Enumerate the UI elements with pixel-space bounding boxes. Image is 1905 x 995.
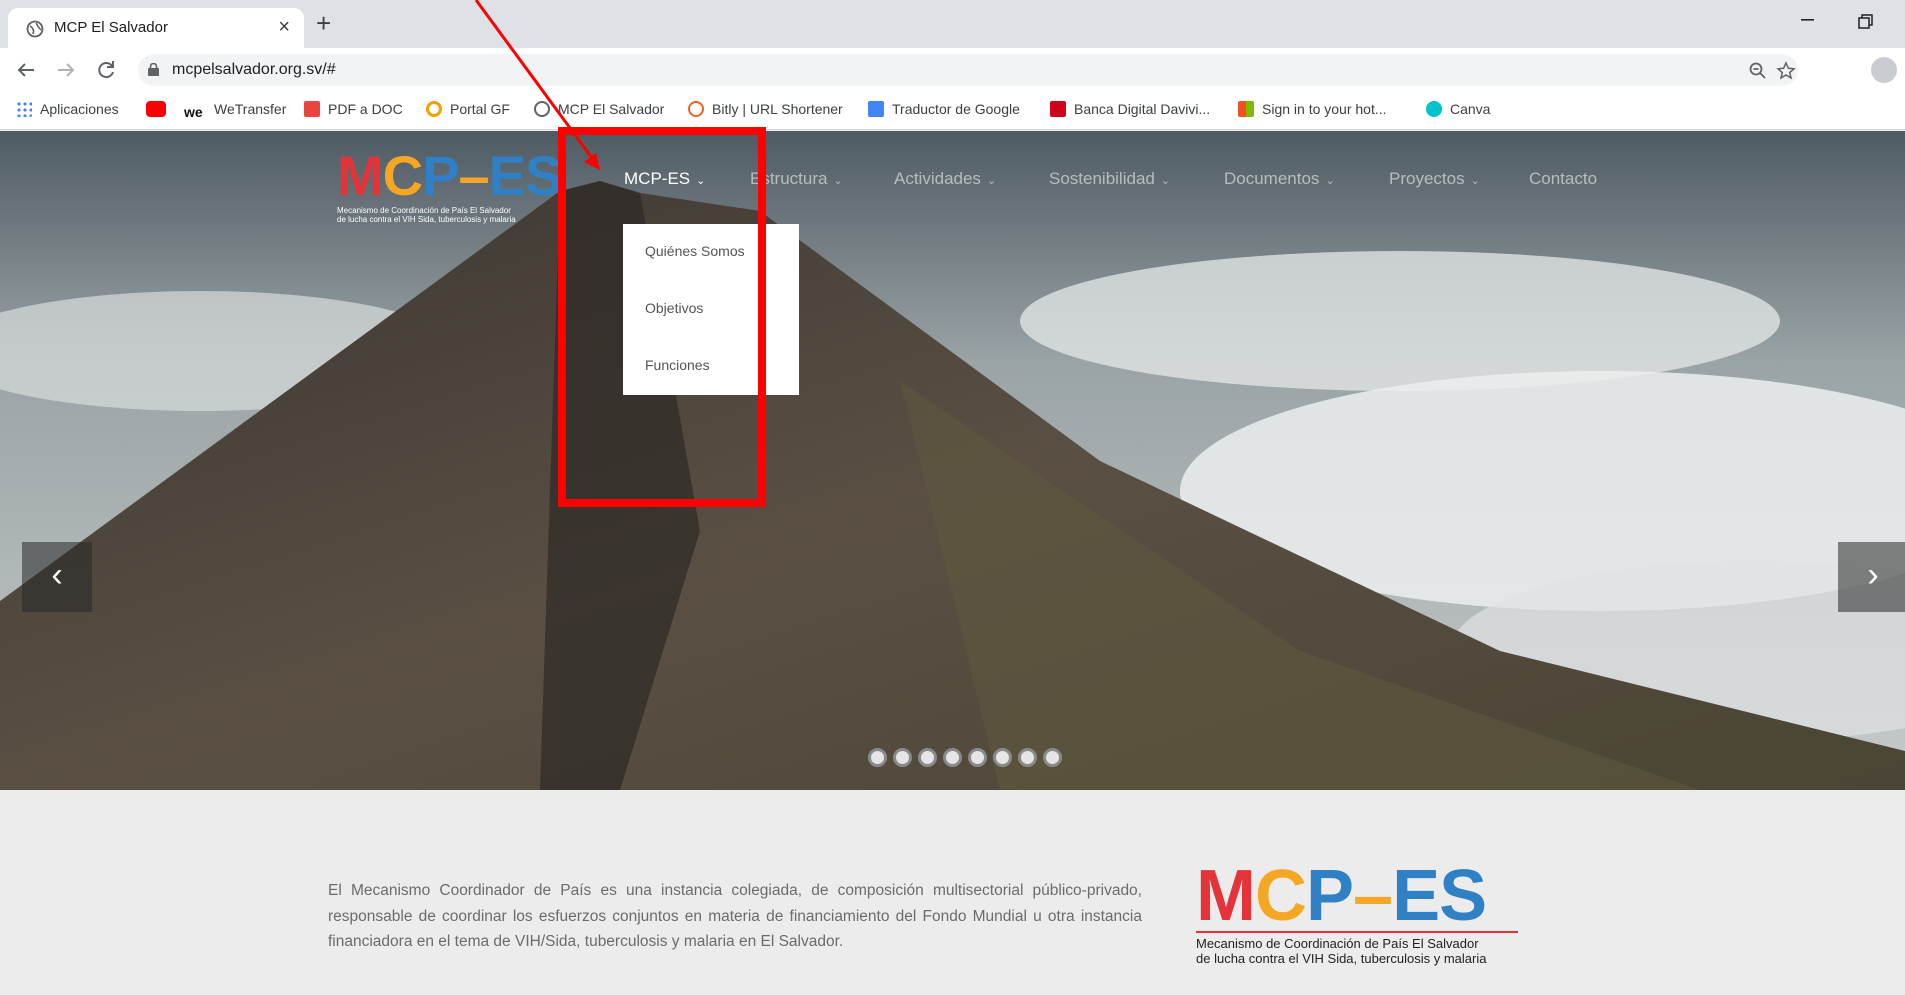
bookmark-mcp-el-salvador[interactable]: MCP El Salvador: [534, 101, 664, 121]
microsoft-icon: [1238, 101, 1254, 117]
bookmark-apps[interactable]: Aplicaciones: [16, 101, 119, 121]
logo-subtitle: Mecanismo de Coordinación de País El Sal…: [337, 206, 516, 224]
annotation-highlight-box: [558, 127, 766, 507]
menu-item-sostenibilidad[interactable]: Sostenibilidad ⌄: [1049, 169, 1170, 189]
footer-logo: MCP–ES Mecanismo de Coordinación de País…: [1196, 856, 1518, 966]
lock-icon[interactable]: [148, 63, 159, 76]
slider-dot[interactable]: [1018, 748, 1037, 767]
intro-paragraph: El Mecanismo Coordinador de País es una …: [328, 882, 1142, 950]
tab-strip: MCP El Salvador × +: [0, 0, 1905, 48]
site-logo[interactable]: MCP–ES Mecanismo de Coordinación de País…: [337, 144, 567, 229]
canva-icon: [1426, 101, 1442, 117]
menu-item-proyectos[interactable]: Proyectos ⌄: [1389, 169, 1480, 189]
address-bar[interactable]: mcpelsalvador.org.sv/#: [138, 54, 1798, 86]
tab-title: MCP El Salvador: [54, 19, 168, 36]
apps-grid-icon: [16, 101, 32, 117]
bookmark-canva[interactable]: Canva: [1426, 101, 1490, 121]
pdf-icon: [304, 101, 320, 117]
logo-subtitle: Mecanismo de Coordinación de País El Sal…: [1196, 936, 1487, 966]
slider-dot[interactable]: [893, 748, 912, 767]
bookmark-hotmail[interactable]: Sign in to your hot...: [1238, 101, 1387, 121]
chevron-down-icon: ⌄: [986, 175, 997, 187]
bookmark-wetransfer[interactable]: we WeTransfer: [184, 101, 286, 121]
browser-tab[interactable]: MCP El Salvador ×: [8, 8, 304, 48]
slider-dot[interactable]: [943, 748, 962, 767]
new-tab-button[interactable]: +: [316, 10, 331, 36]
translate-icon: [868, 101, 884, 117]
slider-prev-button[interactable]: ‹: [22, 542, 92, 612]
chevron-down-icon: ⌄: [833, 175, 843, 187]
chevron-down-icon: ⌄: [1325, 175, 1335, 187]
bitly-icon: [688, 101, 704, 117]
reload-icon[interactable]: [92, 56, 120, 84]
logo-wordmark: MCP–ES: [337, 144, 562, 207]
back-arrow-icon[interactable]: [12, 56, 40, 84]
slider-dot[interactable]: [918, 748, 937, 767]
youtube-icon: [146, 101, 166, 117]
slider-dot[interactable]: [1043, 748, 1062, 767]
bookmarks-bar: Aplicaciones we WeTransfer PDF a DOC Port…: [0, 92, 1905, 130]
wetransfer-icon: we: [184, 104, 203, 120]
menu-item-contacto[interactable]: Contacto: [1529, 169, 1597, 189]
portal-gf-icon: [426, 101, 442, 117]
bookmark-google-translate[interactable]: Traductor de Google: [868, 101, 1020, 121]
bookmark-bitly[interactable]: Bitly | URL Shortener: [688, 101, 843, 121]
davivienda-icon: [1050, 101, 1066, 117]
chevron-left-icon: ‹: [51, 556, 63, 594]
profile-avatar-icon[interactable]: [1871, 57, 1897, 83]
bookmark-youtube[interactable]: [146, 101, 174, 121]
slider-dot[interactable]: [968, 748, 987, 767]
bookmark-pdf-a-doc[interactable]: PDF a DOC: [304, 101, 403, 121]
globe-icon: [534, 101, 550, 117]
forward-arrow-icon[interactable]: [52, 56, 80, 84]
browser-toolbar: mcpelsalvador.org.sv/#: [0, 48, 1905, 92]
slider-dot[interactable]: [993, 748, 1012, 767]
bookmark-star-icon[interactable]: [1776, 61, 1796, 81]
volcano-background-image: [0, 131, 1905, 790]
minimize-icon[interactable]: [1801, 18, 1815, 22]
bookmark-banca-davivienda[interactable]: Banca Digital Davivi...: [1050, 101, 1210, 121]
bookmark-portal-gf[interactable]: Portal GF: [426, 101, 510, 121]
url-text[interactable]: mcpelsalvador.org.sv/#: [172, 61, 336, 79]
slider-next-button[interactable]: ›: [1838, 542, 1905, 612]
globe-icon: [26, 20, 44, 38]
chevron-down-icon: ⌄: [1160, 175, 1171, 187]
logo-wordmark: MCP–ES: [1196, 856, 1487, 936]
chevron-right-icon: ›: [1867, 556, 1879, 594]
slider-dot[interactable]: [868, 748, 887, 767]
hero-slider: MCP–ES Mecanismo de Coordinación de País…: [0, 131, 1905, 790]
menu-item-actividades[interactable]: Actividades ⌄: [894, 169, 996, 189]
chevron-down-icon: ⌄: [1470, 175, 1480, 187]
zoom-icon[interactable]: [1748, 61, 1768, 81]
restore-icon[interactable]: [1858, 14, 1874, 30]
menu-item-documentos[interactable]: Documentos ⌄: [1224, 169, 1335, 189]
close-tab-icon[interactable]: ×: [278, 16, 290, 38]
